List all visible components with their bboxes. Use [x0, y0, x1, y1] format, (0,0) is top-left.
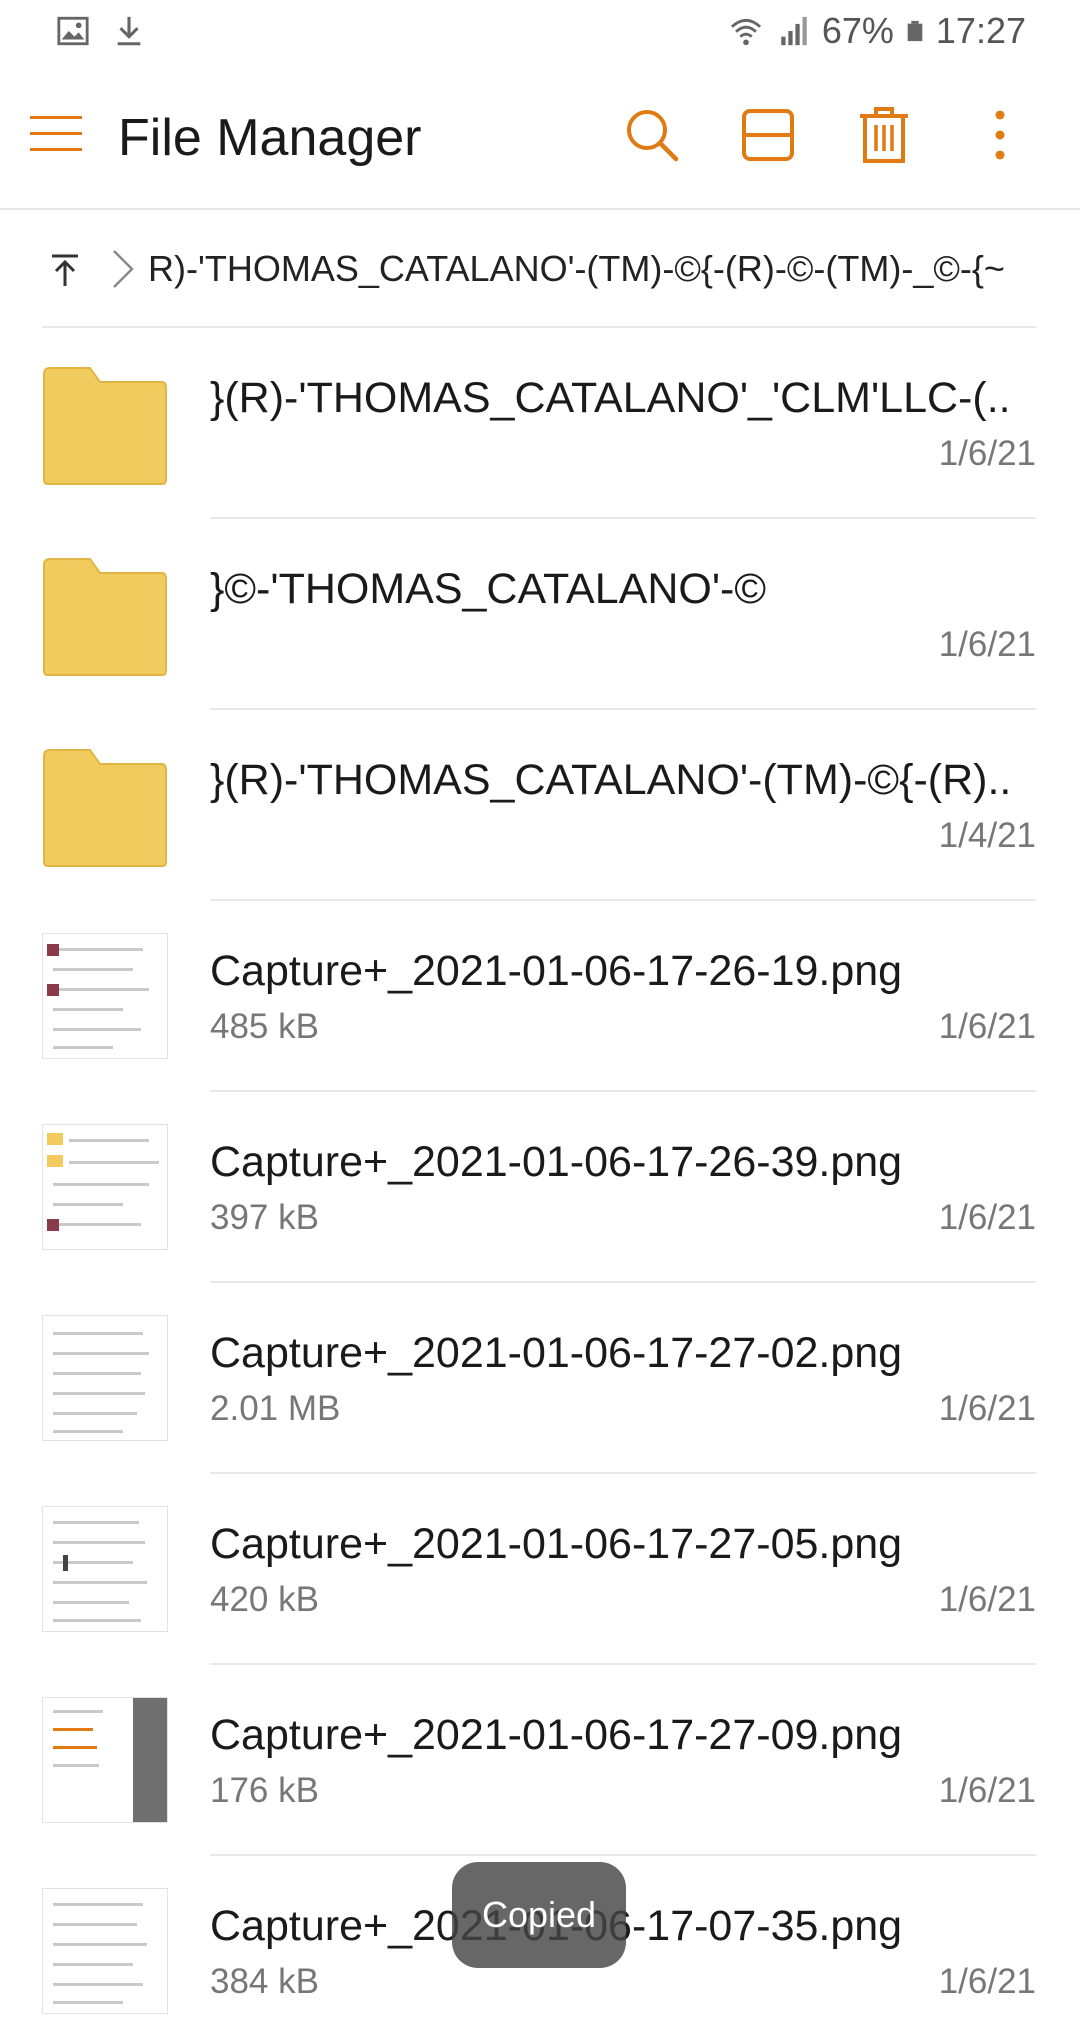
file-date: 1/6/21 [938, 434, 1036, 473]
file-date: 1/6/21 [938, 1771, 1036, 1810]
battery-percent: 67% [821, 10, 894, 51]
list-item[interactable]: Capture+_2021-01-06-17-27-09.png 176 kB … [0, 1665, 1080, 1856]
gallery-icon [57, 16, 89, 46]
trash-icon [860, 107, 908, 163]
up-directory-icon[interactable] [46, 250, 84, 288]
file-date: 1/4/21 [938, 816, 1036, 855]
toolbar-actions [594, 102, 1058, 168]
more-options-button[interactable] [942, 102, 1058, 168]
battery-icon [907, 20, 923, 42]
file-name: Capture+_2021-01-06-17-26-39.png [210, 1138, 903, 1186]
image-thumbnail [42, 1697, 168, 1823]
more-vert-icon [995, 110, 1005, 160]
file-size: 397 kB [210, 1198, 319, 1237]
image-thumbnail [42, 1506, 168, 1632]
status-left-icons [56, 14, 146, 48]
file-date: 1/6/21 [938, 1962, 1036, 2001]
list-item[interactable]: }©-'THOMAS_CATALANO'-© 1/6/21 [0, 519, 1080, 710]
status-right: 67% 17:27 [726, 10, 1026, 52]
status-bar: 67% 17:27 [0, 0, 1080, 64]
file-date: 1/6/21 [938, 1580, 1036, 1619]
file-list: }(R)-'THOMAS_CATALANO'_'CLM'LLC-(.. 1/6/… [0, 328, 1080, 2034]
file-name: Capture+_2021-01-06-17-26-19.png [210, 947, 903, 995]
file-name: }©-'THOMAS_CATALANO'-© [210, 565, 767, 613]
wifi-icon [730, 18, 761, 46]
delete-button[interactable] [826, 102, 942, 168]
toast: Copied [452, 1862, 626, 1968]
list-item[interactable]: Capture+_2021-01-06-17-27-02.png 2.01 MB… [0, 1283, 1080, 1474]
search-icon [627, 110, 679, 162]
search-button[interactable] [594, 102, 710, 168]
file-name: Capture+_2021-01-06-17-27-09.png [210, 1711, 903, 1759]
list-item[interactable]: }(R)-'THOMAS_CATALANO'_'CLM'LLC-(.. 1/6/… [0, 328, 1080, 519]
file-size: 485 kB [210, 1007, 319, 1046]
file-date: 1/6/21 [938, 625, 1036, 664]
file-name: Capture+_2021-01-06-17-27-02.png [210, 1329, 903, 1377]
hamburger-menu-icon[interactable] [30, 112, 82, 156]
clock: 17:27 [935, 10, 1026, 51]
file-date: 1/6/21 [938, 1389, 1036, 1428]
file-name: Capture+_2021-01-06-17-27-05.png [210, 1520, 903, 1568]
file-size: 384 kB [210, 1962, 319, 2001]
breadcrumb: R)-'THOMAS_CATALANO'-(TM)-©{-(R)-©-(TM)-… [0, 212, 1080, 328]
image-thumbnail [42, 1315, 168, 1441]
file-size: 420 kB [210, 1580, 319, 1619]
file-date: 1/6/21 [938, 1198, 1036, 1237]
image-thumbnail [42, 933, 168, 1059]
list-item[interactable]: Capture+_2021-01-06-17-26-39.png 397 kB … [0, 1092, 1080, 1283]
image-thumbnail [42, 1888, 168, 2014]
breadcrumb-path[interactable]: R)-'THOMAS_CATALANO'-(TM)-©{-(R)-©-(TM)-… [148, 248, 1028, 290]
file-name: }(R)-'THOMAS_CATALANO'-(TM)-©{-(R).. [210, 756, 1012, 804]
file-size: 2.01 MB [210, 1389, 341, 1428]
signal-icon [781, 16, 807, 46]
split-view-icon [742, 109, 794, 161]
file-date: 1/6/21 [938, 1007, 1036, 1046]
folder-icon [43, 558, 167, 676]
list-item[interactable]: Capture+_2021-01-06-17-27-05.png 420 kB … [0, 1474, 1080, 1665]
chevron-right-icon [113, 250, 134, 288]
toast-message: Copied [481, 1894, 597, 1935]
split-view-button[interactable] [710, 102, 826, 168]
list-item[interactable]: Capture+_2021-01-06-17-26-19.png 485 kB … [0, 901, 1080, 1092]
file-size: 176 kB [210, 1771, 319, 1810]
image-thumbnail [42, 1124, 168, 1250]
page-title: File Manager [118, 109, 422, 167]
download-icon [117, 16, 141, 46]
folder-icon [43, 367, 167, 485]
file-name: }(R)-'THOMAS_CATALANO'_'CLM'LLC-(.. [210, 374, 1011, 422]
folder-icon [43, 749, 167, 867]
list-item[interactable]: }(R)-'THOMAS_CATALANO'-(TM)-©{-(R).. 1/4… [0, 710, 1080, 901]
app-bar: File Manager [0, 64, 1080, 210]
